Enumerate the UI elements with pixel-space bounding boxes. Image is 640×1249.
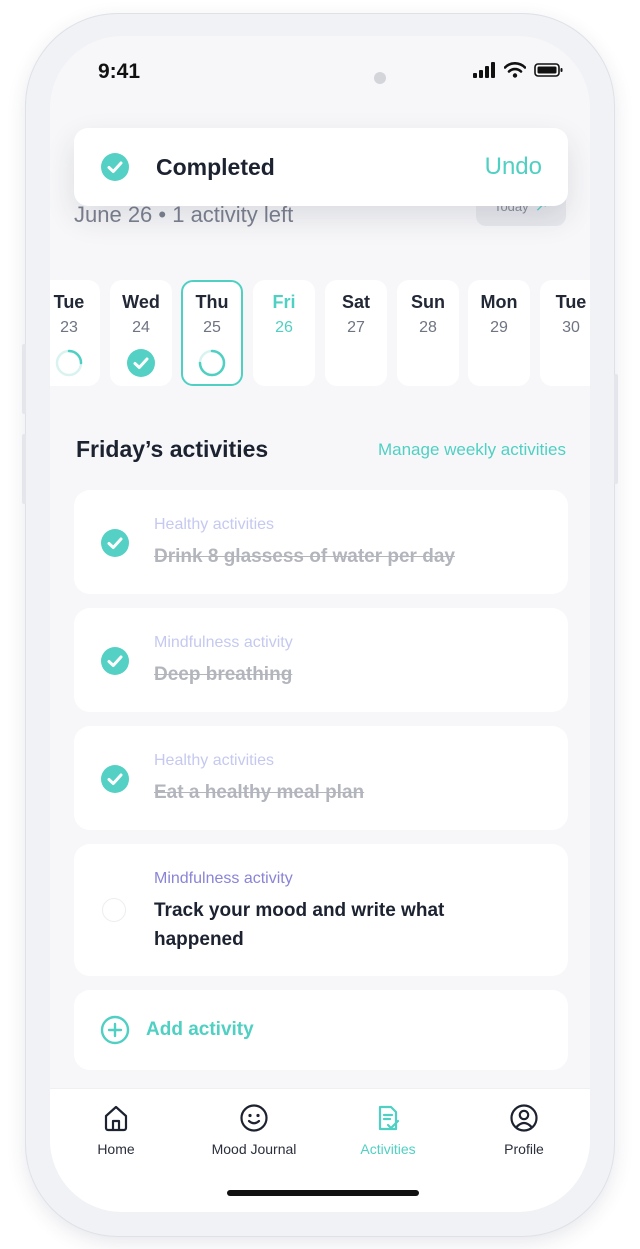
tab-home[interactable]: Home xyxy=(56,1103,176,1157)
volume-button xyxy=(22,434,26,504)
tab-profile[interactable]: Profile xyxy=(464,1103,584,1157)
day-fri-26[interactable]: Fri 26 xyxy=(253,280,315,386)
day-name: Sun xyxy=(411,292,445,312)
smiley-icon xyxy=(240,1104,268,1132)
checklist-icon xyxy=(378,1105,400,1131)
day-name: Tue xyxy=(555,292,587,312)
activity-category: Healthy activities xyxy=(154,752,275,769)
day-tue-30[interactable]: Tue 30 xyxy=(540,280,590,386)
tab-label: Profile xyxy=(504,1141,544,1157)
activity-card[interactable]: Mindfulness activity Track your mood and… xyxy=(74,844,568,976)
day-number: 28 xyxy=(419,319,437,336)
tab-mood-journal[interactable]: Mood Journal xyxy=(194,1103,314,1157)
status-icons xyxy=(472,62,564,78)
empty-checkbox-icon[interactable] xyxy=(102,898,126,922)
day-wed-24[interactable]: Wed 24 xyxy=(110,280,172,386)
progress-ring-icon xyxy=(198,349,226,377)
check-circle-icon[interactable] xyxy=(100,646,130,676)
day-name: Wed xyxy=(122,292,160,312)
activity-card[interactable]: Healthy activities Eat a healthy meal pl… xyxy=(74,726,568,830)
battery-icon xyxy=(534,63,563,77)
power-button xyxy=(614,374,618,484)
volume-button xyxy=(22,344,26,414)
week-strip: Tue 23 Wed 24 Thu 25 Fri 26 Sat 27 Sun 2… xyxy=(50,280,590,390)
check-circle-icon[interactable] xyxy=(100,764,130,794)
app-screen: 9:41 June 26 • 1 activity left Today ↗ C… xyxy=(50,36,590,1212)
progress-ring-icon xyxy=(55,349,83,377)
plus-circle-icon xyxy=(100,1015,130,1045)
add-activity-label: Add activity xyxy=(146,1019,254,1040)
completed-toast: Completed Undo xyxy=(74,128,568,206)
tab-label: Activities xyxy=(360,1141,416,1157)
check-circle-icon[interactable] xyxy=(100,528,130,558)
profile-icon xyxy=(510,1104,538,1132)
check-circle-icon xyxy=(127,349,155,377)
manage-weekly-activities-link[interactable]: Manage weekly activities xyxy=(378,440,566,460)
activity-category: Mindfulness activity xyxy=(154,870,293,887)
day-number: 23 xyxy=(60,319,78,336)
signal-icon xyxy=(473,62,495,78)
activity-title: Track your mood and write what happened xyxy=(154,900,445,950)
home-indicator[interactable] xyxy=(227,1190,419,1196)
activity-category: Mindfulness activity xyxy=(154,634,293,651)
toast-message: Completed xyxy=(156,153,275,180)
wifi-icon xyxy=(504,62,526,78)
camera-dot xyxy=(374,72,386,84)
activity-title: Eat a healthy meal plan xyxy=(154,782,365,803)
day-number: 27 xyxy=(347,319,365,336)
day-name: Tue xyxy=(53,292,85,312)
day-sat-27[interactable]: Sat 27 xyxy=(325,280,387,386)
day-sun-28[interactable]: Sun 28 xyxy=(397,280,459,386)
day-name: Mon xyxy=(480,292,518,312)
section-title: Friday’s activities xyxy=(76,436,269,462)
activity-card[interactable]: Mindfulness activity Deep breathing xyxy=(74,608,568,712)
home-icon xyxy=(104,1105,128,1132)
day-name: Sat xyxy=(341,292,370,312)
day-mon-29[interactable]: Mon 29 xyxy=(468,280,530,386)
activity-title: Deep breathing xyxy=(154,664,293,685)
day-name: Thu xyxy=(195,292,229,312)
status-time: 9:41 xyxy=(98,60,141,83)
day-number: 30 xyxy=(562,319,580,336)
day-tue-23[interactable]: Tue 23 xyxy=(50,280,100,386)
tab-label: Home xyxy=(97,1141,135,1157)
day-number: 26 xyxy=(275,319,293,336)
add-activity-button[interactable]: Add activity xyxy=(74,990,568,1070)
check-circle-icon xyxy=(101,153,129,181)
day-thu-25[interactable]: Thu 25 xyxy=(181,280,243,386)
day-name: Fri xyxy=(272,292,296,312)
activity-title: Drink 8 glassess of water per day xyxy=(154,546,455,567)
tab-activities[interactable]: Activities xyxy=(328,1103,448,1157)
tab-label: Mood Journal xyxy=(211,1141,297,1157)
day-number: 25 xyxy=(203,319,221,336)
activity-category: Healthy activities xyxy=(154,516,275,533)
day-number: 29 xyxy=(490,319,508,336)
undo-button[interactable]: Undo xyxy=(485,153,542,181)
activity-card[interactable]: Healthy activities Drink 8 glassess of w… xyxy=(74,490,568,594)
day-number: 24 xyxy=(132,319,150,336)
